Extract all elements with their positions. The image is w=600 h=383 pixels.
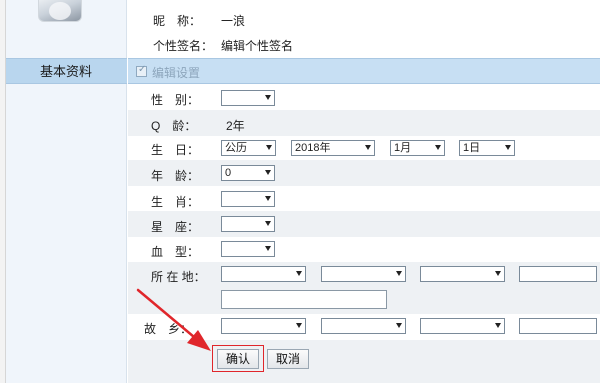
- month-value: 1月: [394, 142, 412, 154]
- location-province-select[interactable]: [321, 266, 406, 282]
- chevron-down-icon: [296, 271, 302, 276]
- month-select[interactable]: 1月: [390, 140, 445, 156]
- chevron-down-icon: [435, 145, 441, 150]
- qage-label: Q 龄：: [151, 119, 197, 133]
- hometown-country-select[interactable]: [221, 318, 306, 334]
- age-select[interactable]: 0: [221, 165, 275, 181]
- main-panel: 昵 称： 一浪 个性签名： 编辑个性签名 编辑设置 性 别： Q 龄： 2年 生…: [128, 0, 600, 383]
- cancel-button[interactable]: 取消: [267, 349, 309, 369]
- hometown-province-select[interactable]: [321, 318, 406, 334]
- avatar-image: [49, 2, 71, 20]
- avatar[interactable]: [38, 0, 82, 22]
- blood-select[interactable]: [221, 241, 275, 257]
- hometown-district-select[interactable]: [519, 318, 597, 334]
- location-label: 所 在 地：: [151, 270, 206, 284]
- age-label: 年 龄：: [151, 169, 200, 183]
- chevron-down-icon: [495, 323, 501, 328]
- constellation-label: 星 座：: [151, 220, 200, 234]
- chevron-down-icon: [365, 145, 371, 150]
- birthday-label: 生 日：: [151, 143, 200, 157]
- location-city-select[interactable]: [420, 266, 505, 282]
- chevron-down-icon: [266, 145, 272, 150]
- nickname-label: 昵 称：: [153, 14, 202, 28]
- day-value: 1日: [463, 142, 481, 154]
- location-district-select[interactable]: [519, 266, 597, 282]
- nickname-value: 一浪: [221, 14, 246, 28]
- chevron-down-icon: [265, 196, 271, 201]
- signature-link[interactable]: 编辑个性签名: [221, 37, 293, 54]
- button-row: [128, 340, 600, 383]
- blood-label: 血 型：: [151, 245, 200, 259]
- chevron-down-icon: [265, 95, 271, 100]
- constellation-select[interactable]: [221, 216, 275, 232]
- day-select[interactable]: 1日: [459, 140, 515, 156]
- chevron-down-icon: [265, 221, 271, 226]
- location-country-select[interactable]: [221, 266, 306, 282]
- calendar-select[interactable]: 公历: [221, 140, 276, 156]
- chevron-down-icon: [296, 323, 302, 328]
- edit-settings-bar: 编辑设置: [128, 58, 600, 84]
- year-select[interactable]: 2018年: [291, 140, 375, 156]
- confirm-button[interactable]: 确认: [217, 349, 259, 369]
- zodiac-label: 生 肖：: [151, 195, 200, 209]
- calendar-value: 公历: [225, 142, 247, 154]
- qage-row: [128, 110, 600, 136]
- gender-label: 性 别：: [151, 93, 200, 107]
- chevron-down-icon: [396, 271, 402, 276]
- chevron-down-icon: [265, 170, 271, 175]
- chevron-down-icon: [505, 145, 511, 150]
- hometown-label: 故 乡：: [144, 322, 193, 336]
- address-input[interactable]: [221, 290, 387, 309]
- age-value: 0: [225, 167, 232, 179]
- hometown-city-select[interactable]: [420, 318, 505, 334]
- edit-settings-label[interactable]: 编辑设置: [152, 64, 200, 81]
- chevron-down-icon: [265, 246, 271, 251]
- checkbox-icon[interactable]: [136, 64, 147, 77]
- chevron-down-icon: [495, 271, 501, 276]
- zodiac-select[interactable]: [221, 191, 275, 207]
- signature-label: 个性签名：: [153, 39, 214, 53]
- year-value: 2018年: [295, 142, 331, 154]
- gender-select[interactable]: [221, 90, 275, 106]
- sidebar-item-basic-info[interactable]: 基本资料: [6, 58, 127, 84]
- chevron-down-icon: [396, 323, 402, 328]
- qage-value: 2年: [226, 119, 245, 133]
